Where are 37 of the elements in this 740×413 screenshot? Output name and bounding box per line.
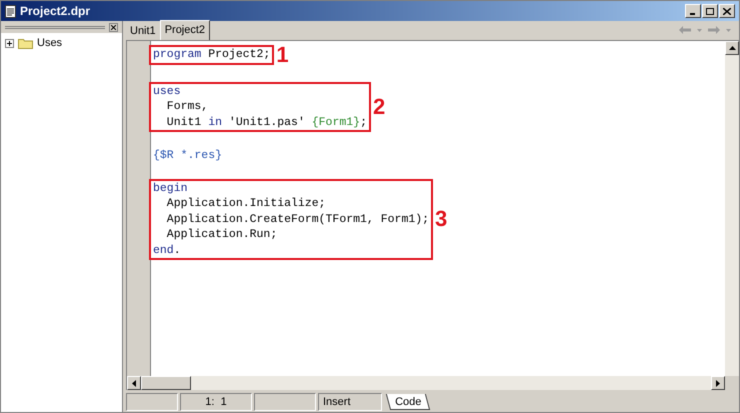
vertical-scrollbar[interactable]: [725, 41, 739, 376]
code-line: Application.CreateForm(TForm1, Form1);: [166, 212, 430, 227]
close-button[interactable]: [109, 22, 118, 32]
horizontal-scrollbar[interactable]: [126, 376, 725, 390]
view-tab[interactable]: Code: [386, 394, 430, 410]
document-icon: [5, 4, 16, 18]
code-line: begin: [153, 180, 189, 196]
close-icon: [111, 24, 116, 30]
code-line: end.: [153, 242, 182, 258]
plus-icon: [7, 40, 12, 46]
code-line: {$R *.res}: [153, 148, 222, 163]
code-line: uses: [153, 84, 182, 99]
scrollbar-thumb[interactable]: [141, 376, 191, 390]
code-line: Application.Run;: [166, 227, 278, 242]
maximize-button[interactable]: [702, 4, 718, 18]
close-icon: [723, 8, 731, 14]
folder-icon: [18, 38, 33, 49]
code-line: Application.Initialize;: [166, 196, 327, 212]
code-editor[interactable]: program Project2; 1 uses Forms, Unit1 in 'Unit1.pas' {Form1}; 2 {$R *.res} begin Application.Initialize; Application.CreateForm(TForm1, Form1); Application.Run; end. 3: [126, 41, 739, 376]
edit-mode: Insert: [318, 393, 382, 411]
annotation-number: 3: [435, 208, 448, 230]
annotation-number: 2: [372, 96, 386, 118]
expand-toggle[interactable]: [5, 38, 14, 48]
cursor-position: 1: 1: [180, 393, 252, 411]
scroll-right-icon: [716, 380, 720, 386]
minimize-button[interactable]: [685, 4, 701, 18]
code-line: program Project2;: [153, 47, 270, 63]
tree-item[interactable]: Uses: [37, 35, 62, 52]
maximize-icon: [706, 8, 714, 14]
editor-tab[interactable]: Project2: [160, 20, 210, 40]
scroll-up-icon: [728, 46, 736, 50]
scroll-left-icon: [132, 380, 136, 386]
code-line: Unit1 in 'Unit1.pas' {Form1};: [166, 114, 367, 130]
annotation-number: 1: [276, 44, 289, 66]
code-line: Forms,: [166, 99, 210, 114]
window-title: Project2.dpr: [20, 3, 90, 20]
editor-tab[interactable]: Unit1: [126, 23, 160, 40]
